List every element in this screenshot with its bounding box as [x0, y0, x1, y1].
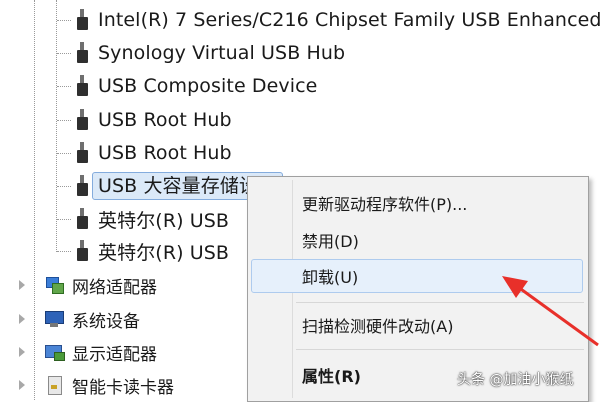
watermark-text: 头条 @加油小猴纸 — [457, 372, 574, 388]
red-arrow-annotation — [502, 276, 599, 347]
arrow-shaft — [517, 285, 599, 347]
arrow-head — [502, 276, 528, 298]
